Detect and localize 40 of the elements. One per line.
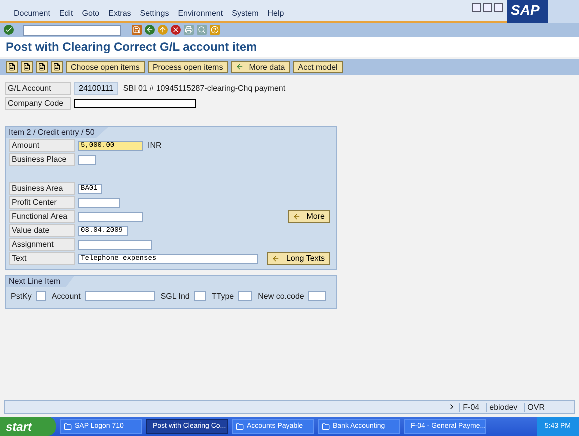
panel-button[interactable]: More bbox=[288, 210, 330, 223]
input-mode: OVR bbox=[524, 402, 548, 412]
panel-button[interactable]: Long Texts bbox=[267, 252, 330, 265]
field-label: TType bbox=[210, 292, 234, 300]
menu-item[interactable]: System bbox=[232, 9, 259, 18]
field-label: PstKy bbox=[10, 292, 32, 300]
account-description: SBI 01 # 10945115287-clearing-Chq payment bbox=[122, 84, 286, 93]
logo: SAP bbox=[507, 0, 579, 23]
toolbar-button[interactable]: Process open items bbox=[148, 61, 228, 73]
field-label: Amount bbox=[9, 139, 75, 152]
field-label: Functional Area bbox=[9, 210, 75, 223]
menu-item[interactable]: Document bbox=[14, 9, 50, 18]
transaction-code: F-04 bbox=[459, 402, 483, 412]
field-label: Business Place bbox=[9, 153, 75, 166]
menu-item[interactable]: Goto bbox=[82, 9, 100, 18]
field-label: Assignment bbox=[9, 238, 75, 251]
toolbar-button[interactable]: More data bbox=[231, 61, 290, 73]
menu-item[interactable]: Extras bbox=[108, 9, 132, 18]
field-label: Business Area bbox=[9, 182, 75, 195]
menu-item[interactable]: Environment bbox=[178, 9, 224, 18]
field-label: Value date bbox=[9, 224, 75, 237]
panel-title: Next Line Item bbox=[6, 276, 75, 287]
field-label: Text bbox=[9, 252, 75, 265]
toolbar-button[interactable]: Choose open items bbox=[66, 61, 145, 73]
menu-item[interactable]: Settings bbox=[140, 9, 170, 18]
field-label: G/L Account bbox=[5, 82, 71, 95]
field-label: SGL Ind bbox=[160, 292, 190, 300]
currency-label: INR bbox=[147, 141, 162, 150]
menu-item[interactable]: Help bbox=[268, 9, 284, 18]
field-label: Account bbox=[50, 292, 81, 300]
toolbar-button[interactable]: Acct model bbox=[293, 61, 343, 73]
field-label: Company Code bbox=[5, 97, 71, 110]
field-label: New co.code bbox=[257, 292, 304, 300]
account-number: 24100111 bbox=[74, 82, 118, 95]
system-user: ebiodev bbox=[486, 402, 521, 412]
page-title: Post with Clearing Correct G/L account item bbox=[0, 37, 579, 57]
start-button[interactable]: start bbox=[0, 417, 56, 436]
menu-item[interactable]: Edit bbox=[59, 9, 74, 18]
panel-title: Item 2 / Credit entry / 50 bbox=[6, 127, 109, 138]
field-label: Profit Center bbox=[9, 196, 75, 209]
